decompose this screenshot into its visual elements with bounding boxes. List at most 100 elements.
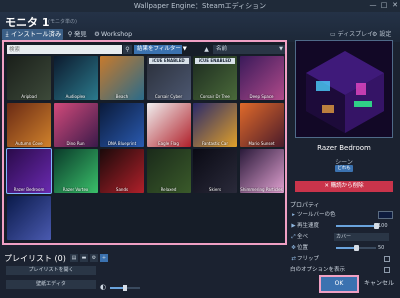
playback-speed-slider[interactable] (336, 223, 379, 229)
color-swatch[interactable] (378, 211, 393, 219)
alignment-dropdown[interactable]: カバー (334, 233, 389, 241)
wallpaper-tile[interactable]: Sands (100, 149, 144, 193)
move-icon: ✥ (291, 245, 296, 251)
wallpaper-tile[interactable]: Shimmering Particles (239, 149, 284, 193)
wallpaper-tile[interactable] (7, 195, 51, 240)
monitor-subtitle: モニタ単の (48, 18, 77, 25)
wallpaper-tile[interactable]: Razer Vortex (53, 149, 98, 193)
position-slider[interactable] (336, 245, 376, 251)
flip-checkbox[interactable] (384, 256, 390, 262)
play-icon: ▶ (291, 223, 296, 229)
sort-up-icon: ▲ (204, 46, 209, 53)
wallpaper-tile[interactable]: Audioplex (53, 56, 98, 100)
prop-show-options: 白のオプションを表示 (290, 265, 398, 275)
prop-all-label: 全べ (297, 234, 309, 240)
prop-all: ⤢全べ カバー (290, 232, 398, 242)
unsubscribe-button[interactable]: ✕ 購読から削除 (295, 181, 393, 192)
tab-workshop-label: Workshop (101, 31, 133, 38)
open-playlist-button[interactable]: プレイリストを開く (6, 266, 96, 275)
tab-discover-label: 発見 (74, 31, 87, 38)
alignment-value: カバー (336, 234, 352, 240)
display-button[interactable]: ▭ ディスプレイ (330, 29, 373, 40)
wallpaper-name: Razer Bedroom (317, 144, 371, 152)
wallpaper-tile[interactable]: Mario Sunset (239, 102, 284, 147)
tab-installed-label: インストール済み (11, 31, 62, 38)
wallpaper-tile[interactable]: Fantastic Car (193, 102, 237, 147)
close-button[interactable]: ✕ (390, 1, 400, 10)
playlist-folder-icon[interactable]: ▬ (80, 254, 88, 262)
playlist-add-icon[interactable]: + (100, 254, 108, 262)
playback-speed-value: 100 (378, 223, 388, 229)
wallpaper-tile-label: Skiers (208, 187, 222, 192)
wallpaper-tile-label: Mario Sunset (248, 140, 275, 146)
settings-button[interactable]: ⚙ 設定 (372, 29, 391, 40)
wallpaper-tile-label: Razer Bedroom (13, 187, 45, 192)
wallpaper-tile[interactable]: Beach (100, 56, 144, 100)
preview-image (296, 41, 392, 137)
wallpaper-editor-button[interactable]: 壁紙エディタ (6, 280, 96, 289)
wallpaper-tile[interactable]: Aripbad (7, 56, 51, 100)
wallpaper-tile[interactable]: Razer Bedroom (6, 148, 52, 194)
wallpaper-tile[interactable]: iCUE ENABLED Corsair Dr Tree (193, 56, 237, 100)
filter-button[interactable]: 結果をフィルター ▼ (134, 45, 187, 54)
wallpaper-tile-label: Fantastic Car (201, 140, 229, 146)
cancel-button[interactable]: キャンセル (360, 278, 398, 290)
maximize-button[interactable]: □ (379, 1, 389, 10)
wallpaper-tile-label: Audioplex (65, 94, 86, 99)
prop-flip-label: フリップ (297, 256, 320, 262)
slider-knob[interactable] (123, 285, 127, 291)
playlist-settings-icon[interactable]: ⚙ (90, 254, 98, 262)
wallpaper-tile-label: Razer Vortex (62, 187, 89, 192)
search-icon: ⚲ (67, 31, 73, 38)
tab-workshop[interactable]: ⚙Workshop (92, 29, 134, 40)
playlist-open-icon[interactable]: ▤ (70, 254, 78, 262)
wallpaper-tile[interactable]: Dino Run (53, 102, 98, 147)
show-options-checkbox[interactable] (384, 267, 390, 273)
wallpaper-tile[interactable]: iCUE ENABLED Corsair Cyber (146, 56, 191, 100)
search-input[interactable] (7, 45, 122, 54)
wallpaper-tile-label: Deep Space (249, 94, 274, 99)
wallpaper-tile-label: Corsair Dr Tree (200, 94, 230, 99)
wallpaper-engine-window: Wallpaper Engine：Steamエディション — □ ✕ モニタ 1… (0, 0, 400, 298)
wallpaper-tile-label: DNA Blueprint (107, 140, 137, 146)
search-button[interactable]: ⚲ (123, 45, 132, 54)
slider-knob[interactable] (354, 245, 359, 251)
wallpaper-tile[interactable]: Eagle Flag (146, 102, 191, 147)
tab-installed[interactable]: ⤓ インストール済み (2, 29, 64, 40)
sort-select[interactable]: 名前 ▼ (213, 45, 285, 54)
wallpaper-tile-label: Eagle Flag (158, 140, 179, 146)
fit-icon: ⤢ (291, 234, 296, 240)
wallpaper-grid: Aripbad Audioplex Beach iCUE ENABLED Corsair… (6, 56, 287, 242)
filter-icon: ▼ (182, 46, 187, 52)
ok-button[interactable]: OK (319, 275, 359, 293)
prop-position: ✥位置 50 (290, 243, 398, 253)
wallpaper-tile-label: Corsair Cyber (154, 94, 183, 99)
title-bar: Wallpaper Engine：Steamエディション — □ ✕ (0, 0, 400, 12)
wallpaper-tile[interactable]: Autumn Cove (7, 102, 51, 147)
wallpaper-tile[interactable]: Relaxed (146, 149, 191, 193)
position-value: 50 (378, 245, 385, 251)
properties-title: プロパティ (290, 202, 320, 209)
slider-fill (336, 225, 376, 227)
prop-toolbar-color: ▸ ツールバーの色 (290, 210, 398, 220)
download-icon: ⤓ (5, 31, 9, 38)
wallpaper-tile[interactable]: Deep Space (239, 56, 284, 100)
icue-badge: iCUE ENABLED (195, 58, 235, 64)
wallpaper-preview (295, 40, 393, 138)
wallpaper-tile[interactable]: DNA Blueprint (100, 102, 144, 147)
wallpaper-browser: ⚲ 結果をフィルター ▼ ▲ 名前 ▼ Aripbad Audioplex Beac… (2, 40, 287, 245)
wallpaper-tile-label: Beach (115, 94, 129, 99)
minimize-button[interactable]: — (368, 1, 378, 10)
window-title: Wallpaper Engine：Steamエディション (133, 2, 267, 10)
chevron-down-icon: ▼ (279, 46, 283, 52)
sort-direction-button[interactable]: ▲ (202, 45, 211, 54)
search-icon: ⚲ (125, 46, 130, 53)
wallpaper-tile[interactable]: Skiers (193, 149, 237, 193)
monitor-title: モニタ 1 (5, 16, 50, 29)
flip-icon: ⇄ (291, 256, 296, 262)
tab-discover[interactable]: ⚲ 発見 (65, 29, 89, 40)
brightness-slider[interactable] (110, 285, 140, 291)
filter-label: 結果をフィルター (137, 46, 181, 52)
settings-label: 設定 (379, 31, 392, 38)
sort-label: 名前 (216, 46, 228, 52)
